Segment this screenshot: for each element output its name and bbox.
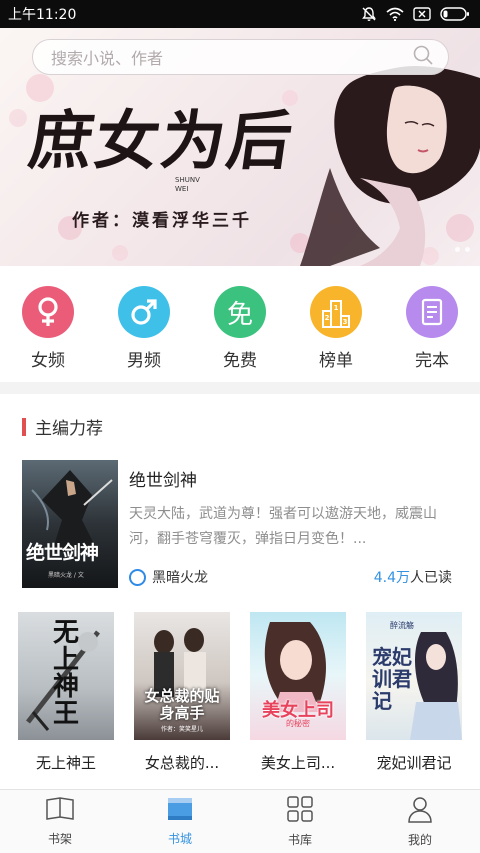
- section-title: 主编力荐: [35, 419, 103, 439]
- category-label: 男频: [127, 351, 161, 371]
- svg-text:3: 3: [343, 318, 348, 326]
- category-completed[interactable]: 完本: [392, 286, 472, 371]
- category-female[interactable]: 女频: [8, 286, 88, 371]
- sim-x-icon: [413, 7, 431, 21]
- promo-banner[interactable]: 搜索小说、作者 庶女为后 SHUNV WEI 作者：漠看浮华三千: [0, 28, 480, 266]
- category-label: 榜单: [319, 351, 353, 371]
- nav-profile[interactable]: 我的: [380, 795, 460, 848]
- book-grid: 无上神王 无上神王 女总裁的贴身高手 作者：笑笑星儿 女总裁的... 美女上司 …: [0, 612, 480, 773]
- book-card[interactable]: 无上神王 无上神王: [17, 612, 115, 773]
- profile-icon: [407, 795, 433, 827]
- wifi-icon: [386, 7, 404, 21]
- category-label: 女频: [31, 351, 65, 371]
- featured-title[interactable]: 绝世剑神: [129, 466, 197, 491]
- book-title[interactable]: 无上神王: [36, 752, 96, 773]
- nav-label: 书库: [287, 833, 312, 847]
- book-cover-author: 作者：笑笑星儿: [160, 726, 203, 733]
- nav-label: 书架: [47, 832, 72, 846]
- nav-label: 我的: [407, 833, 432, 847]
- banner-subtitle: SHUNV WEI: [175, 176, 200, 193]
- nav-library[interactable]: 书库: [260, 795, 340, 848]
- book-cover-subtitle: 的秘密: [286, 719, 310, 728]
- banner-dot: [465, 247, 470, 252]
- female-icon: [22, 286, 74, 338]
- free-glyph: 免: [226, 299, 253, 330]
- bookstore-icon: [166, 796, 194, 826]
- book-cover-author: 醉流觞: [390, 621, 414, 630]
- banner-dot: [455, 247, 460, 252]
- featured-description: 天灵大陆，武道为尊！强者可以遨游天地，威震山河，翻手苍穹覆灭，弹指日月变色！..…: [129, 506, 437, 547]
- mute-bell-icon: [361, 6, 377, 22]
- book-title[interactable]: 美女上司...: [261, 752, 335, 773]
- search-placeholder: 搜索小说、作者: [51, 49, 164, 68]
- search-icon[interactable]: [412, 44, 434, 70]
- book-cover[interactable]: 宠妃训君记 醉流觞: [366, 612, 462, 740]
- banner-pagination: [455, 247, 470, 252]
- library-grid-icon: [286, 795, 314, 827]
- nav-bookshelf[interactable]: 书架: [20, 796, 100, 847]
- book-title[interactable]: 宠妃训君记: [376, 752, 451, 773]
- featured-cover-author: 黑暗火龙 / 文: [48, 572, 84, 579]
- featured-cover-title: 绝世剑神: [26, 542, 99, 564]
- featured-author: 黑暗火龙: [129, 567, 208, 587]
- banner-author: 作者：漠看浮华三千: [72, 211, 252, 231]
- status-icons: [361, 6, 470, 22]
- book-cover[interactable]: 美女上司 的秘密: [250, 612, 346, 740]
- book-card[interactable]: 美女上司 的秘密 美女上司...: [249, 612, 347, 773]
- featured-book[interactable]: 绝世剑神 黑暗火龙 / 文 绝世剑神 天灵大陆，武道为尊！强者可以遨游天地，威震…: [22, 460, 458, 590]
- book-cover[interactable]: 女总裁的贴身高手 作者：笑笑星儿: [134, 612, 230, 740]
- bookshelf-icon: [45, 796, 75, 826]
- banner-title: 庶女为后: [23, 104, 299, 179]
- featured-book-cover[interactable]: 绝世剑神 黑暗火龙 / 文: [22, 460, 118, 588]
- male-icon: [118, 286, 170, 338]
- category-free[interactable]: 免 免费: [200, 286, 280, 371]
- category-label: 免费: [223, 351, 257, 371]
- category-male[interactable]: 男频: [104, 286, 184, 371]
- author-icon: [129, 568, 146, 586]
- featured-readers: 4.4万人已读: [374, 567, 452, 587]
- section-accent-bar: [22, 417, 26, 436]
- ranking-icon: 12 3: [310, 286, 362, 338]
- category-label: 完本: [415, 351, 449, 371]
- book-card[interactable]: 宠妃训君记 醉流觞 宠妃训君记: [365, 612, 463, 773]
- book-title[interactable]: 女总裁的...: [145, 752, 219, 773]
- svg-text:2: 2: [325, 314, 330, 322]
- svg-text:1: 1: [334, 304, 339, 312]
- search-input[interactable]: 搜索小说、作者: [32, 39, 449, 75]
- section-header: 主编力荐: [22, 414, 103, 439]
- book-card[interactable]: 女总裁的贴身高手 作者：笑笑星儿 女总裁的...: [133, 612, 231, 773]
- free-icon: 免: [214, 286, 266, 338]
- nav-bookstore[interactable]: 书城: [140, 796, 220, 847]
- readers-count: 4.4万: [373, 570, 410, 586]
- book-cover-title: 无上神王: [52, 618, 79, 729]
- section-divider: [0, 382, 480, 394]
- book-cover[interactable]: 无上神王: [18, 612, 114, 740]
- book-cover-title: 宠妃训君记: [372, 645, 412, 713]
- readers-suffix: 人已读: [410, 570, 452, 586]
- bottom-nav: 书架 书城 书库 我的: [0, 789, 480, 853]
- nav-label: 书城: [167, 832, 192, 846]
- category-ranking[interactable]: 12 3 榜单: [296, 286, 376, 371]
- completed-book-icon: [406, 286, 458, 338]
- category-row: 女频 男频 免 免费 12 3 榜单 完本: [0, 266, 480, 382]
- status-time: 上午11:20: [8, 7, 77, 23]
- battery-icon: [440, 7, 470, 21]
- status-bar: 上午11:20: [0, 0, 480, 28]
- book-cover-title: 女总裁的贴身高手: [144, 687, 220, 722]
- featured-author-name: 黑暗火龙: [152, 570, 208, 586]
